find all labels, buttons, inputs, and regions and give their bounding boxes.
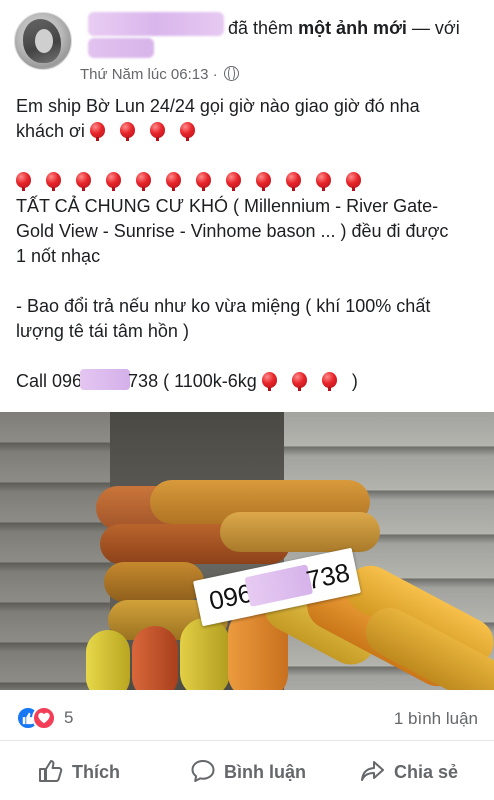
- balloon-icon: [136, 172, 151, 191]
- balloon-icon: [291, 372, 307, 391]
- author-avatar[interactable]: [14, 12, 72, 70]
- gas-cylinder: [86, 630, 130, 690]
- post-line-with-balloons: khách ơi: [16, 119, 486, 144]
- balloon-icon: [166, 172, 181, 191]
- call-line: Call 096 738 ( 1100k-6kg ): [16, 369, 486, 394]
- post-line-text: khách ơi: [16, 121, 85, 141]
- heart-reaction-icon: [32, 706, 56, 730]
- balloon-icon: [321, 372, 337, 391]
- phone-redaction: [80, 369, 131, 390]
- post-line: 1 nốt nhạc: [16, 246, 101, 266]
- comment-label: Bình luận: [224, 762, 306, 782]
- post-line: Gold View - Sunrise - Vinhome bason ... …: [16, 221, 449, 241]
- reaction-count: 5: [64, 708, 74, 727]
- like-label: Thích: [72, 762, 120, 782]
- post-body: Em ship Bờ Lun 24/24 gọi giờ nào giao gi…: [16, 94, 486, 394]
- action-object: một ảnh mới: [298, 18, 407, 38]
- post-action-text: đã thêm một ảnh mới — với: [228, 18, 460, 39]
- balloon-icon: [149, 122, 165, 141]
- thumbs-up-icon: [39, 760, 63, 782]
- avatar-face: [35, 29, 53, 53]
- action-suffix: — với: [411, 18, 460, 38]
- post-meta: Thứ Năm lúc 06:13 ·: [80, 66, 239, 83]
- post-line: Em ship Bờ Lun 24/24 gọi giờ nào giao gi…: [16, 96, 420, 116]
- post-line: - Bao đổi trả nếu như ko vừa miệng ( khí…: [16, 296, 431, 316]
- call-prefix: Call 096: [16, 371, 83, 391]
- share-label: Chia sẻ: [394, 762, 459, 782]
- balloon-icon: [256, 172, 271, 191]
- comment-button[interactable]: Bình luận: [190, 759, 306, 783]
- post-actions: Thích Bình luận Chia sẻ: [0, 741, 494, 800]
- balloon-icon: [196, 172, 211, 191]
- balloon-icon: [106, 172, 121, 191]
- balloon-icon: [226, 172, 241, 191]
- author-name-redacted[interactable]: [88, 12, 224, 36]
- comment-bubble-icon: [191, 760, 215, 782]
- balloon-icon: [89, 122, 105, 141]
- post-stats: 5 1 bình luận: [0, 690, 494, 741]
- post-line: lượng tê tái tâm hồn ): [16, 321, 189, 341]
- post-line: TẤT CẢ CHUNG CƯ KHÓ ( Millennium - River…: [16, 196, 439, 216]
- call-end: ): [351, 371, 358, 391]
- balloon-icon: [16, 172, 31, 191]
- share-button[interactable]: Chia sẻ: [360, 759, 458, 783]
- balloon-icon: [261, 372, 277, 391]
- post-timestamp[interactable]: Thứ Năm lúc 06:13 ·: [80, 66, 218, 83]
- gas-cylinder: [132, 626, 178, 690]
- post-photo[interactable]: 096738: [0, 412, 494, 690]
- call-suffix: 738 ( 1100k-6kg: [128, 371, 257, 391]
- balloon-icon: [119, 122, 135, 141]
- gas-cylinder: [220, 512, 380, 552]
- post-header: đã thêm một ảnh mới — với Thứ Năm lúc 06…: [0, 0, 494, 92]
- balloon-row: [16, 169, 486, 194]
- balloon-icon: [76, 172, 91, 191]
- sign-suffix: 738: [303, 556, 353, 596]
- balloon-icon: [46, 172, 61, 191]
- balloon-icon: [179, 122, 195, 141]
- gas-cylinder: [180, 618, 230, 690]
- action-verb: đã thêm: [228, 18, 294, 38]
- share-arrow-icon: [361, 761, 384, 781]
- author-name-redacted-2: [88, 38, 154, 58]
- balloon-icon: [286, 172, 301, 191]
- balloon-icon: [316, 172, 331, 191]
- gas-cylinder: [104, 562, 204, 602]
- comment-count[interactable]: 1 bình luận: [394, 709, 478, 729]
- like-button[interactable]: Thích: [38, 759, 120, 783]
- balloon-icon: [346, 172, 361, 191]
- globe-icon[interactable]: [223, 66, 239, 81]
